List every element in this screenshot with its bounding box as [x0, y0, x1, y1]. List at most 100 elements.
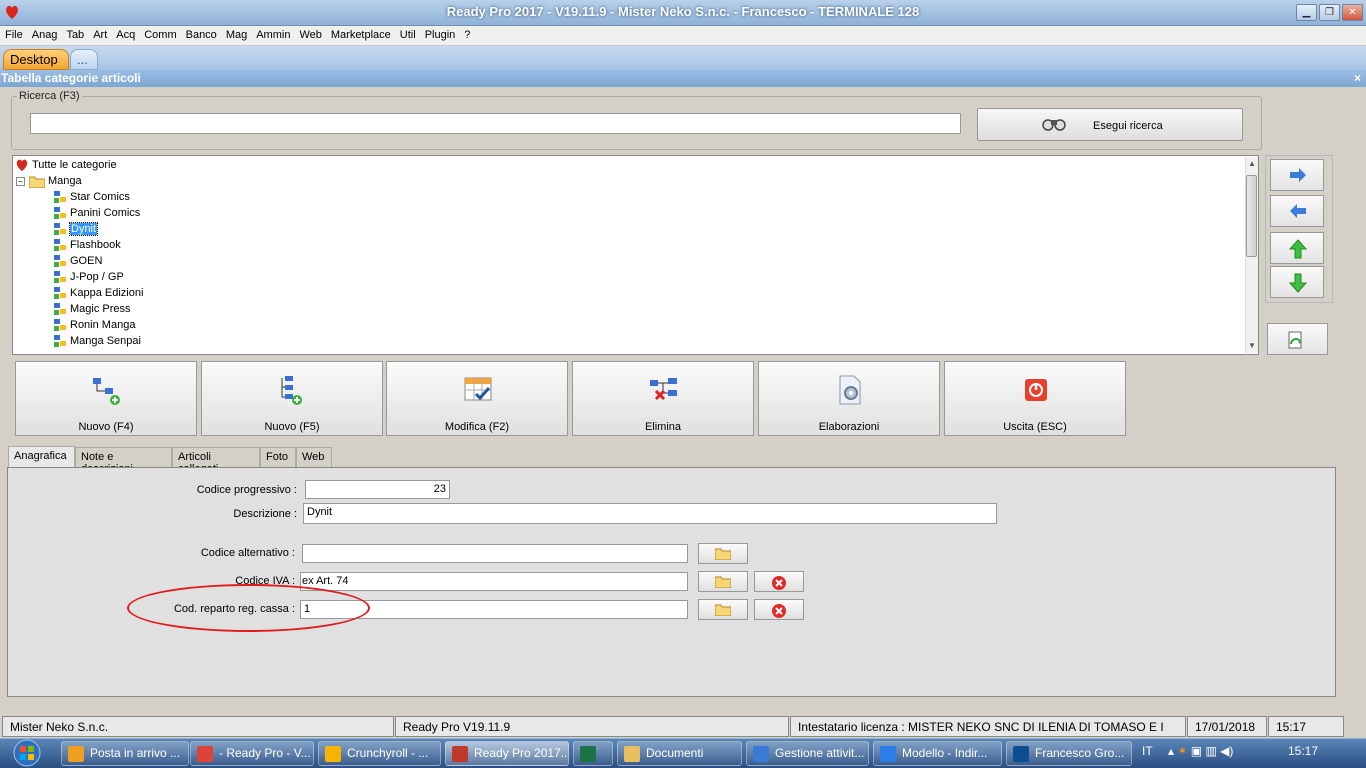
scroll-down-icon[interactable]: ▼	[1248, 341, 1256, 350]
tray-icons[interactable]: ▴ ✶ ▣ ▥ ◀)	[1168, 744, 1233, 758]
menu-marketplace[interactable]: Marketplace	[326, 26, 395, 41]
taskbar-item[interactable]	[573, 741, 613, 766]
window-title: Ready Pro 2017 - V19.11.9 - Mister Neko …	[446, 4, 920, 19]
taskbar-item-label: Ready Pro 2017...	[474, 746, 569, 760]
arrow-down-icon	[1288, 273, 1308, 293]
collapse-icon[interactable]: −	[16, 176, 25, 186]
tree-item[interactable]: GOEN	[53, 253, 102, 269]
tree-item[interactable]: Flashbook	[53, 237, 121, 253]
codice-iva-clear-button[interactable]	[754, 571, 804, 592]
restore-button[interactable]: ❐	[1319, 4, 1340, 21]
show-hidden-icon[interactable]: ▴	[1168, 744, 1174, 758]
taskbar-item[interactable]: Gestione attivit...	[746, 741, 869, 766]
taskbar-item-label: Posta in arrivo ...	[90, 746, 181, 760]
cod-reparto-clear-button[interactable]	[754, 599, 804, 620]
menu-comm[interactable]: Comm	[139, 26, 180, 41]
scroll-up-icon[interactable]: ▲	[1248, 159, 1256, 168]
tree-root[interactable]: Tutte le categorie	[15, 157, 117, 173]
tab-note[interactable]: Note e descrizioni	[75, 447, 172, 475]
tab-more[interactable]: ...	[70, 49, 98, 70]
taskbar-item[interactable]: Posta in arrivo ...	[61, 741, 189, 766]
processing-button[interactable]: Elaborazioni	[758, 361, 940, 436]
taskbar-item[interactable]: - Ready Pro - V...	[190, 741, 314, 766]
device-icon[interactable]: ▣	[1191, 744, 1202, 758]
close-panel-button[interactable]: ×	[1354, 71, 1361, 85]
menu-web[interactable]: Web	[294, 26, 325, 41]
tree-item-label: Manga Senpai	[70, 335, 141, 347]
tree-item[interactable]: Magic Press	[53, 301, 131, 317]
tab-anagrafica[interactable]: Anagrafica	[8, 446, 75, 468]
menu-acq[interactable]: Acq	[111, 26, 139, 41]
menu-file[interactable]: File	[0, 26, 27, 41]
descrizione-label: Descrizione :	[233, 508, 297, 520]
volume-icon[interactable]: ◀)	[1220, 744, 1233, 758]
run-search-button[interactable]: Esegui ricerca	[977, 108, 1243, 141]
network-icon[interactable]: ▥	[1205, 744, 1216, 758]
status-license: Intestatario licenza : MISTER NEKO SNC D…	[790, 716, 1186, 737]
codice-alternativo-field[interactable]	[302, 544, 688, 563]
tab-web[interactable]: Web	[296, 447, 332, 467]
new-f4-button[interactable]: Nuovo (F4)	[15, 361, 197, 436]
category-tree[interactable]: Tutte le categorie − Manga Star Comics Pan…	[12, 155, 1259, 355]
menu-util[interactable]: Util	[395, 26, 420, 41]
tree-item[interactable]: Panini Comics	[53, 205, 140, 221]
taskbar-clock[interactable]: 15:17	[1288, 744, 1318, 758]
tree-item[interactable]: Ronin Manga	[53, 317, 135, 333]
tree-item[interactable]: Manga Senpai	[53, 333, 141, 349]
cod-reparto-browse-button[interactable]	[698, 599, 748, 620]
edit-label: Modifica (F2)	[444, 421, 510, 433]
binoculars-icon	[1042, 119, 1066, 131]
menu-mag[interactable]: Mag	[221, 26, 251, 41]
menu-banco[interactable]: Banco	[181, 26, 221, 41]
tree-item-label: Panini Comics	[70, 207, 141, 219]
tree-folder-manga[interactable]: − Manga	[16, 173, 82, 189]
refresh-button[interactable]	[1267, 323, 1328, 355]
delete-button[interactable]: Elimina	[572, 361, 754, 436]
taskbar-item[interactable]: Crunchyroll - ...	[318, 741, 441, 766]
category-node-icon	[54, 271, 66, 284]
menu-plugin[interactable]: Plugin	[420, 26, 460, 41]
tab-foto[interactable]: Foto	[260, 447, 296, 467]
move-right-button[interactable]	[1270, 159, 1324, 191]
tab-desktop[interactable]: Desktop	[3, 49, 69, 70]
move-left-button[interactable]	[1270, 195, 1324, 227]
avast-icon[interactable]: ✶	[1177, 744, 1187, 758]
tree-item[interactable]: Kappa Edizioni	[53, 285, 143, 301]
close-window-button[interactable]: ✕	[1342, 4, 1363, 21]
language-indicator[interactable]: IT	[1142, 744, 1153, 758]
menu-help[interactable]: ?	[459, 26, 474, 41]
app-icon	[753, 746, 769, 762]
tree-item[interactable]: Dynit	[53, 221, 99, 237]
taskbar-item-label: Francesco Gro...	[1035, 746, 1125, 760]
codice-progressivo-field[interactable]: 23	[305, 480, 450, 499]
exit-label: Uscita (ESC)	[1003, 421, 1067, 433]
tree-item[interactable]: J-Pop / GP	[53, 269, 124, 285]
panel-header: Tabella categorie articoli ×	[0, 70, 1366, 87]
taskbar-item[interactable]: Documenti	[617, 741, 742, 766]
edit-button[interactable]: Modifica (F2)	[386, 361, 568, 436]
descrizione-field[interactable]: Dynit	[303, 503, 997, 524]
new-f5-button[interactable]: Nuovo (F5)	[201, 361, 383, 436]
tab-articoli-collegati[interactable]: Articoli collegati	[172, 447, 260, 475]
menu-anag[interactable]: Anag	[27, 26, 62, 41]
codice-iva-browse-button[interactable]	[698, 571, 748, 592]
taskbar-item[interactable]: Francesco Gro...	[1006, 741, 1132, 766]
move-up-button[interactable]	[1270, 232, 1324, 264]
clear-icon	[772, 576, 786, 590]
menu-tab[interactable]: Tab	[61, 26, 88, 41]
move-down-button[interactable]	[1270, 266, 1324, 298]
tree-scroll-thumb[interactable]	[1246, 175, 1257, 257]
codice-alternativo-browse-button[interactable]	[698, 543, 748, 564]
search-input[interactable]	[30, 113, 961, 134]
start-button[interactable]	[3, 739, 51, 768]
minimize-button[interactable]: ▁	[1296, 4, 1317, 21]
menu-art[interactable]: Art	[88, 26, 111, 41]
tree-item[interactable]: Star Comics	[53, 189, 130, 205]
menu-ammin[interactable]: Ammin	[251, 26, 294, 41]
taskbar-item[interactable]: Modello - Indir...	[873, 741, 1002, 766]
exit-button[interactable]: Uscita (ESC)	[944, 361, 1126, 436]
taskbar-item[interactable]: Ready Pro 2017...	[445, 741, 569, 766]
category-node-icon	[54, 287, 66, 300]
category-node-icon	[54, 223, 66, 236]
codice-iva-field[interactable]: ex Art. 74	[300, 572, 688, 591]
